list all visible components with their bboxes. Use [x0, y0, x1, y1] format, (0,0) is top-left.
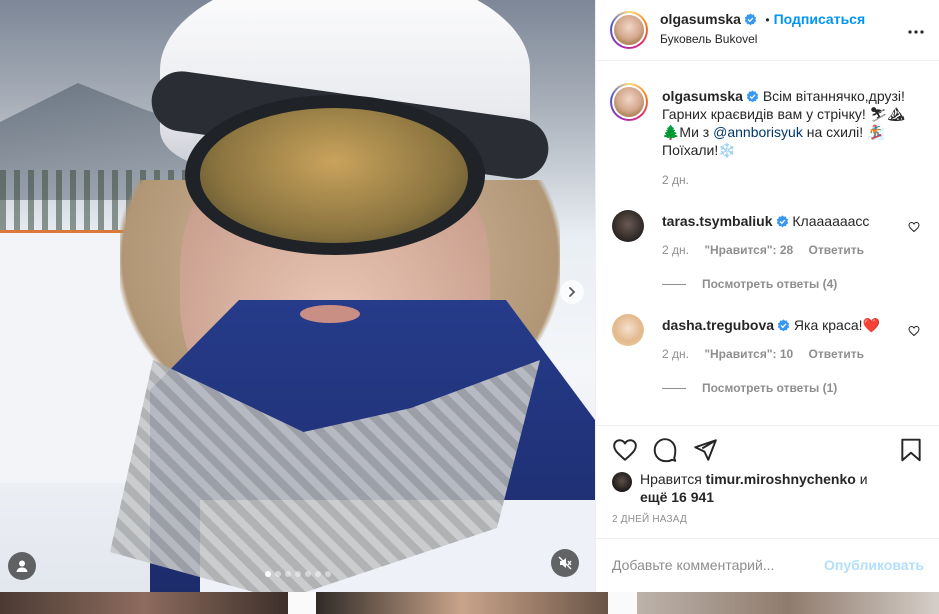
verified-badge-icon [744, 13, 757, 26]
liker-avatar[interactable] [612, 472, 632, 492]
comment-input[interactable]: Добавьте комментарий... [612, 557, 774, 573]
chevron-right-icon [569, 287, 576, 297]
caption-line-4: Поїхали! [662, 142, 719, 158]
commenter-avatar[interactable] [612, 314, 644, 346]
sound-off-icon [558, 556, 572, 570]
bookmark-icon[interactable] [898, 437, 924, 463]
header-separator: • [765, 13, 770, 27]
related-posts-strip [0, 592, 939, 614]
caption-emoji-1: ⛷⛰ [869, 106, 906, 122]
comment-time[interactable]: 2 дн. [662, 243, 689, 257]
view-replies-button[interactable]: Посмотреть ответы (1) [662, 381, 837, 395]
caption: olgasumska Всім вітаннячко,друзі! Гарних… [662, 87, 922, 159]
next-slide-button[interactable] [560, 280, 584, 304]
comment-meta: 2 дн. "Нравится": 10 Ответить [662, 347, 864, 361]
caption-line-3: 🌲Ми з [662, 124, 710, 140]
view-replies-label: Посмотреть ответы (1) [702, 381, 838, 395]
comments-list[interactable]: olgasumska Всім вітаннячко,друзі! Гарних… [596, 61, 939, 425]
more-icon [908, 30, 924, 34]
post-media[interactable] [0, 0, 595, 592]
verified-badge-icon [746, 90, 759, 103]
carousel-dot [284, 571, 291, 577]
caption-mention[interactable]: @annborisyuk [713, 124, 803, 140]
related-post-thumb[interactable] [316, 592, 608, 614]
comment-text: Клаааааасс [792, 213, 870, 229]
likes-middle: и [859, 471, 868, 487]
comment: taras.tsymbaliuk Клаааааасс [662, 212, 902, 230]
post-time[interactable]: 2 ДНЕЙ НАЗАД [612, 514, 687, 525]
comment-reply-button[interactable]: Ответить [809, 347, 864, 361]
heart-icon[interactable] [612, 437, 638, 463]
follow-button[interactable]: Подписаться [774, 11, 866, 27]
comment-text: Яка краса!❤️ [793, 317, 880, 333]
view-replies-label: Посмотреть ответы (4) [702, 277, 838, 291]
comment-username[interactable]: dasha.tregubova [662, 317, 774, 333]
carousel-indicator [0, 571, 595, 577]
photo-goggle-lens [200, 108, 468, 243]
likes-prefix: Нравится [640, 471, 702, 487]
more-options-button[interactable] [908, 18, 924, 39]
snowflake-emoji: ❄️ [718, 142, 736, 158]
post-actions [596, 425, 939, 476]
post-header: olgasumska • Подписаться Буковель Bukovel [596, 0, 939, 61]
carousel-dot [324, 571, 331, 577]
post-side-panel: olgasumska • Подписаться Буковель Bukovel… [595, 0, 939, 592]
related-post-thumb[interactable] [637, 592, 939, 614]
carousel-dot [274, 571, 281, 577]
carousel-dot [264, 571, 271, 577]
view-replies-button[interactable]: Посмотреть ответы (4) [662, 277, 837, 291]
caption-line-2: Гарних краєвидів вам у стрічку! [662, 106, 866, 122]
comment-like-icon[interactable] [908, 221, 920, 233]
photo-lips [300, 305, 360, 323]
comment: dasha.tregubova Яка краса!❤️ [662, 316, 902, 334]
liker-username[interactable]: timur.miroshnychenko [706, 471, 856, 487]
carousel-dot [294, 571, 301, 577]
carousel-dot [314, 571, 321, 577]
caption-line-3-end: на схилі! [806, 124, 864, 140]
post-location[interactable]: Буковель Bukovel [660, 32, 757, 46]
comment-likes[interactable]: "Нравится": 28 [704, 243, 793, 257]
comment-meta: 2 дн. "Нравится": 28 Ответить [662, 243, 864, 257]
verified-badge-icon [776, 215, 788, 228]
carousel-dot [304, 571, 311, 577]
comment-reply-button[interactable]: Ответить [809, 243, 864, 257]
comment-username[interactable]: taras.tsymbaliuk [662, 213, 773, 229]
add-comment-bar: Добавьте комментарий... Опубликовать [596, 538, 939, 593]
commenter-avatar[interactable] [612, 210, 644, 242]
verified-badge-icon [777, 319, 790, 332]
comment-time[interactable]: 2 дн. [662, 347, 689, 361]
publish-button[interactable]: Опубликовать [824, 557, 924, 573]
likes-count-button[interactable]: ещё 16 941 [640, 489, 714, 505]
comment-likes[interactable]: "Нравится": 10 [704, 347, 793, 361]
comment-like-icon[interactable] [908, 325, 920, 337]
caption-line-1: Всім вітаннячко,друзі! [762, 88, 905, 104]
caption-emoji-2: 🏂 [867, 124, 885, 140]
share-icon[interactable] [692, 437, 718, 463]
author-avatar[interactable] [610, 11, 648, 49]
caption-time[interactable]: 2 дн. [662, 173, 689, 187]
caption-username[interactable]: olgasumska [662, 88, 743, 104]
caption-author-avatar[interactable] [610, 83, 648, 121]
author-username[interactable]: olgasumska [660, 11, 741, 27]
related-post-thumb[interactable] [0, 592, 288, 614]
comment-icon[interactable] [652, 437, 678, 463]
